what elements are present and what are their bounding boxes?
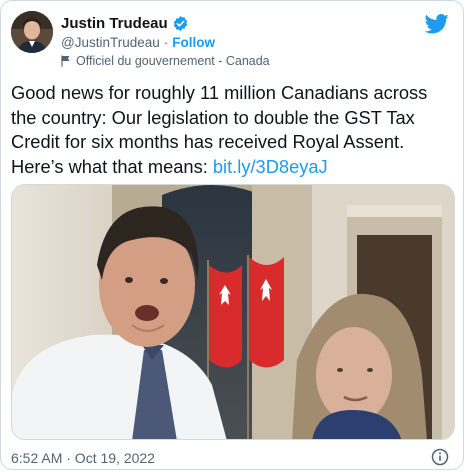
- account-label-text: Officiel du gouvernement - Canada: [76, 54, 270, 68]
- follow-button[interactable]: Follow: [172, 35, 215, 50]
- avatar[interactable]: [11, 11, 53, 53]
- tweet-link[interactable]: bit.ly/3D8eyaJ: [213, 156, 328, 177]
- tweet-text: Good news for roughly 11 million Canadia…: [11, 81, 451, 179]
- tweet-video[interactable]: [11, 184, 455, 440]
- author-handle-row: @JustinTrudeau · Follow: [61, 35, 215, 50]
- separator-dot: ·: [163, 35, 169, 50]
- flag-icon: [61, 55, 71, 67]
- author-name-row: Justin Trudeau: [61, 15, 189, 32]
- info-icon[interactable]: [431, 448, 449, 466]
- author-display-name[interactable]: Justin Trudeau: [61, 15, 168, 32]
- author-handle[interactable]: @JustinTrudeau: [61, 35, 160, 50]
- twitter-bird-icon[interactable]: [424, 14, 449, 34]
- tweet-card: Justin Trudeau @JustinTrudeau · Follow O…: [0, 0, 464, 470]
- account-label: Officiel du gouvernement - Canada: [61, 54, 270, 68]
- verified-badge-icon: [172, 15, 189, 32]
- tweet-timestamp[interactable]: 6:52 AM · Oct 19, 2022: [11, 450, 155, 466]
